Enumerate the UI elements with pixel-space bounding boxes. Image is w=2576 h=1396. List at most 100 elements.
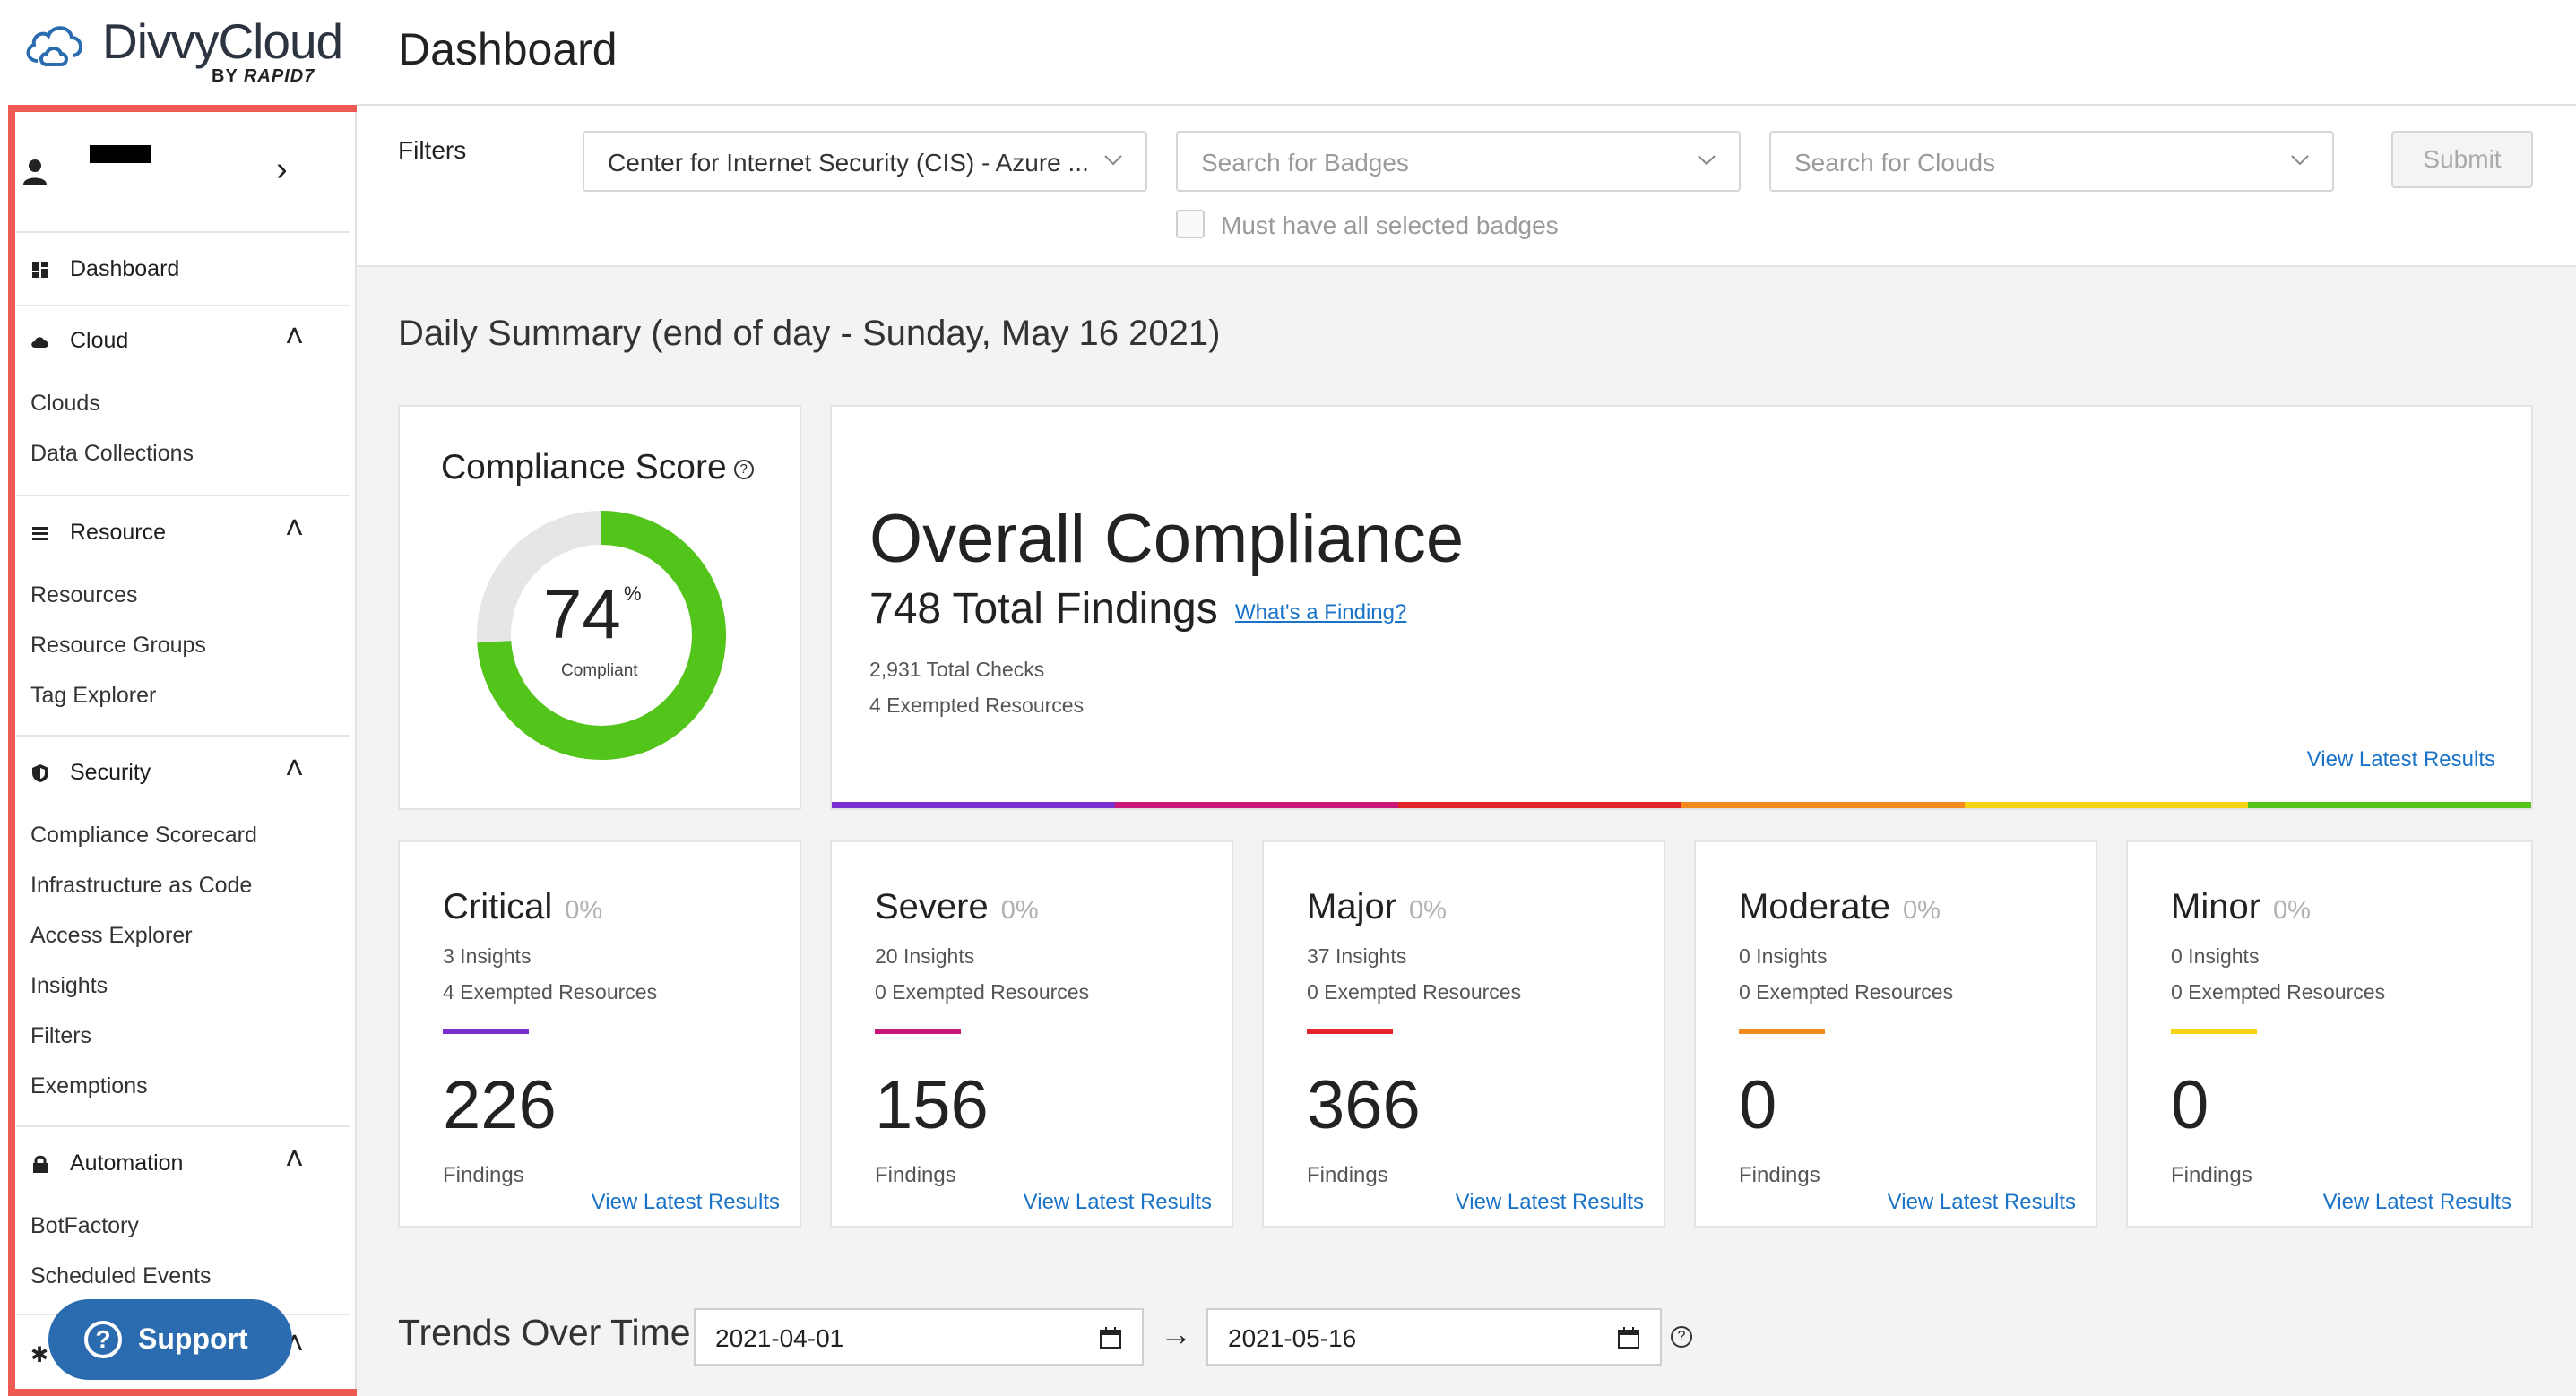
severity-exempted: 0 Exempted Resources [1307, 980, 1522, 1004]
badges-select[interactable]: Search for Badges [1176, 131, 1741, 192]
severity-color-bar [1307, 1029, 1393, 1034]
compliance-score-title-text: Compliance Score [441, 448, 727, 487]
calendar-icon[interactable] [1099, 1326, 1122, 1349]
compliance-score-percent: % [624, 582, 642, 605]
severity-title: Minor 0% [2171, 887, 2311, 927]
compliance-score-card: Compliance Score? 74 % Compliant [398, 405, 801, 810]
chevron-down-icon [2291, 155, 2309, 166]
calendar-icon[interactable] [1617, 1326, 1640, 1349]
severity-percent: 0% [1902, 896, 1941, 925]
submit-button[interactable]: Submit [2391, 131, 2533, 188]
severity-title: Moderate 0% [1739, 887, 1941, 927]
severity-findings-label: Findings [2171, 1163, 2252, 1187]
pack-select-value: Center for Internet Security (CIS) - Azu… [608, 149, 1089, 177]
topbar: Dashboard [357, 0, 2576, 106]
severity-name: Major [1307, 887, 1397, 926]
trend-start-date-value: 2021-04-01 [715, 1324, 844, 1352]
severity-insights: 0 Insights [1739, 944, 1828, 968]
severity-title: Critical 0% [443, 887, 602, 927]
severity-name: Moderate [1739, 887, 1890, 926]
severity-title: Major 0% [1307, 887, 1447, 927]
trends-title: Trends Over Time [398, 1312, 691, 1353]
compliance-score-value: 74 [543, 574, 621, 653]
clouds-placeholder: Search for Clouds [1794, 149, 1996, 177]
severity-count: 226 [443, 1067, 557, 1143]
overall-compliance-card: Overall Compliance 748 Total Findings Wh… [830, 405, 2533, 810]
view-latest-results-link[interactable]: View Latest Results [1456, 1190, 1644, 1215]
daily-summary-title: Daily Summary (end of day - Sunday, May … [398, 314, 1221, 353]
severity-exempted: 0 Exempted Resources [2171, 980, 2386, 1004]
severity-findings-label: Findings [1307, 1163, 1388, 1187]
severity-title: Severe 0% [875, 887, 1039, 927]
severity-findings-label: Findings [1739, 1163, 1820, 1187]
must-have-all-checkbox[interactable] [1176, 210, 1205, 238]
pack-select[interactable]: Center for Internet Security (CIS) - Azu… [583, 131, 1147, 192]
filters-bar: Filters Center for Internet Security (CI… [357, 106, 2576, 267]
severity-percent: 0% [2273, 896, 2311, 925]
overall-compliance-title: Overall Compliance [869, 501, 1465, 577]
severity-insights: 20 Insights [875, 944, 975, 968]
severity-color-bar [875, 1029, 961, 1034]
severity-bar-severe [1115, 802, 1398, 808]
chevron-down-icon [1698, 155, 1716, 166]
sidebar-highlight-box [8, 105, 372, 1396]
severity-count: 366 [1307, 1067, 1421, 1143]
cloud-logo-icon [26, 26, 82, 66]
logo-sub-brand: RAPID7 [243, 66, 316, 86]
view-latest-results-link[interactable]: View Latest Results [2323, 1190, 2511, 1215]
severity-card-moderate: Moderate 0% 0 Insights 0 Exempted Resourc… [1694, 840, 2097, 1228]
page-title: Dashboard [398, 24, 618, 74]
severity-percent: 0% [565, 896, 603, 925]
severity-findings-label: Findings [443, 1163, 524, 1187]
severity-count: 0 [2171, 1067, 2209, 1143]
severity-insights: 37 Insights [1307, 944, 1407, 968]
view-latest-results-link[interactable]: View Latest Results [2307, 747, 2495, 772]
severity-percent: 0% [1000, 896, 1039, 925]
logo-sub: BY RAPID7 [212, 66, 315, 87]
logo-sub-prefix: BY [212, 66, 238, 86]
severity-exempted: 0 Exempted Resources [875, 980, 1090, 1004]
trend-end-date-value: 2021-05-16 [1228, 1324, 1357, 1352]
severity-bar-minor [1965, 802, 2248, 808]
severity-color-bar [1739, 1029, 1825, 1034]
severity-card-major: Major 0% 37 Insights 0 Exempted Resources… [1262, 840, 1665, 1228]
severity-card-minor: Minor 0% 0 Insights 0 Exempted Resources … [2126, 840, 2533, 1228]
severity-name: Minor [2171, 887, 2261, 926]
severity-exempted: 0 Exempted Resources [1739, 980, 1954, 1004]
view-latest-results-link[interactable]: View Latest Results [592, 1190, 780, 1215]
whats-a-finding-link[interactable]: What's a Finding? [1235, 600, 1406, 625]
trend-end-date-input[interactable]: 2021-05-16 [1206, 1308, 1662, 1366]
severity-count: 156 [875, 1067, 989, 1143]
compliance-score-title: Compliance Score? [441, 448, 754, 487]
severity-bar-major [1398, 802, 1681, 808]
severity-bar-critical [832, 802, 1115, 808]
help-icon[interactable]: ? [733, 459, 754, 479]
severity-name: Severe [875, 887, 989, 926]
must-have-all-label: Must have all selected badges [1221, 211, 1559, 239]
sidebar: DivvyCloud BY RAPID7 › Dashboard Cloud ˄… [0, 0, 372, 1396]
logo[interactable]: DivvyCloud BY RAPID7 [0, 0, 357, 106]
view-latest-results-link[interactable]: View Latest Results [1888, 1190, 2076, 1215]
badges-placeholder: Search for Badges [1201, 149, 1409, 177]
exempted-resources: 4 Exempted Resources [869, 694, 1085, 717]
view-latest-results-link[interactable]: View Latest Results [1024, 1190, 1212, 1215]
severity-card-severe: Severe 0% 20 Insights 0 Exempted Resource… [830, 840, 1233, 1228]
severity-bar-moderate [1681, 802, 1965, 808]
main-content: Daily Summary (end of day - Sunday, May … [357, 267, 2576, 1396]
severity-findings-label: Findings [875, 1163, 956, 1187]
severity-count: 0 [1739, 1067, 1777, 1143]
severity-bar-pass [2248, 802, 2531, 808]
severity-insights: 3 Insights [443, 944, 532, 968]
severity-card-critical: Critical 0% 3 Insights 4 Exempted Resourc… [398, 840, 801, 1228]
severity-color-bar [2171, 1029, 2257, 1034]
clouds-select[interactable]: Search for Clouds [1769, 131, 2334, 192]
severity-exempted: 4 Exempted Resources [443, 980, 658, 1004]
total-findings: 748 Total Findings [869, 585, 1218, 633]
compliance-score-label: Compliant [561, 661, 638, 680]
help-icon[interactable]: ? [1671, 1326, 1692, 1348]
severity-insights: 0 Insights [2171, 944, 2260, 968]
filters-label: Filters [398, 136, 467, 164]
app: DivvyCloud BY RAPID7 › Dashboard Cloud ˄… [0, 0, 2576, 1396]
trend-start-date-input[interactable]: 2021-04-01 [694, 1308, 1144, 1366]
logo-name: DivvyCloud [102, 13, 343, 69]
